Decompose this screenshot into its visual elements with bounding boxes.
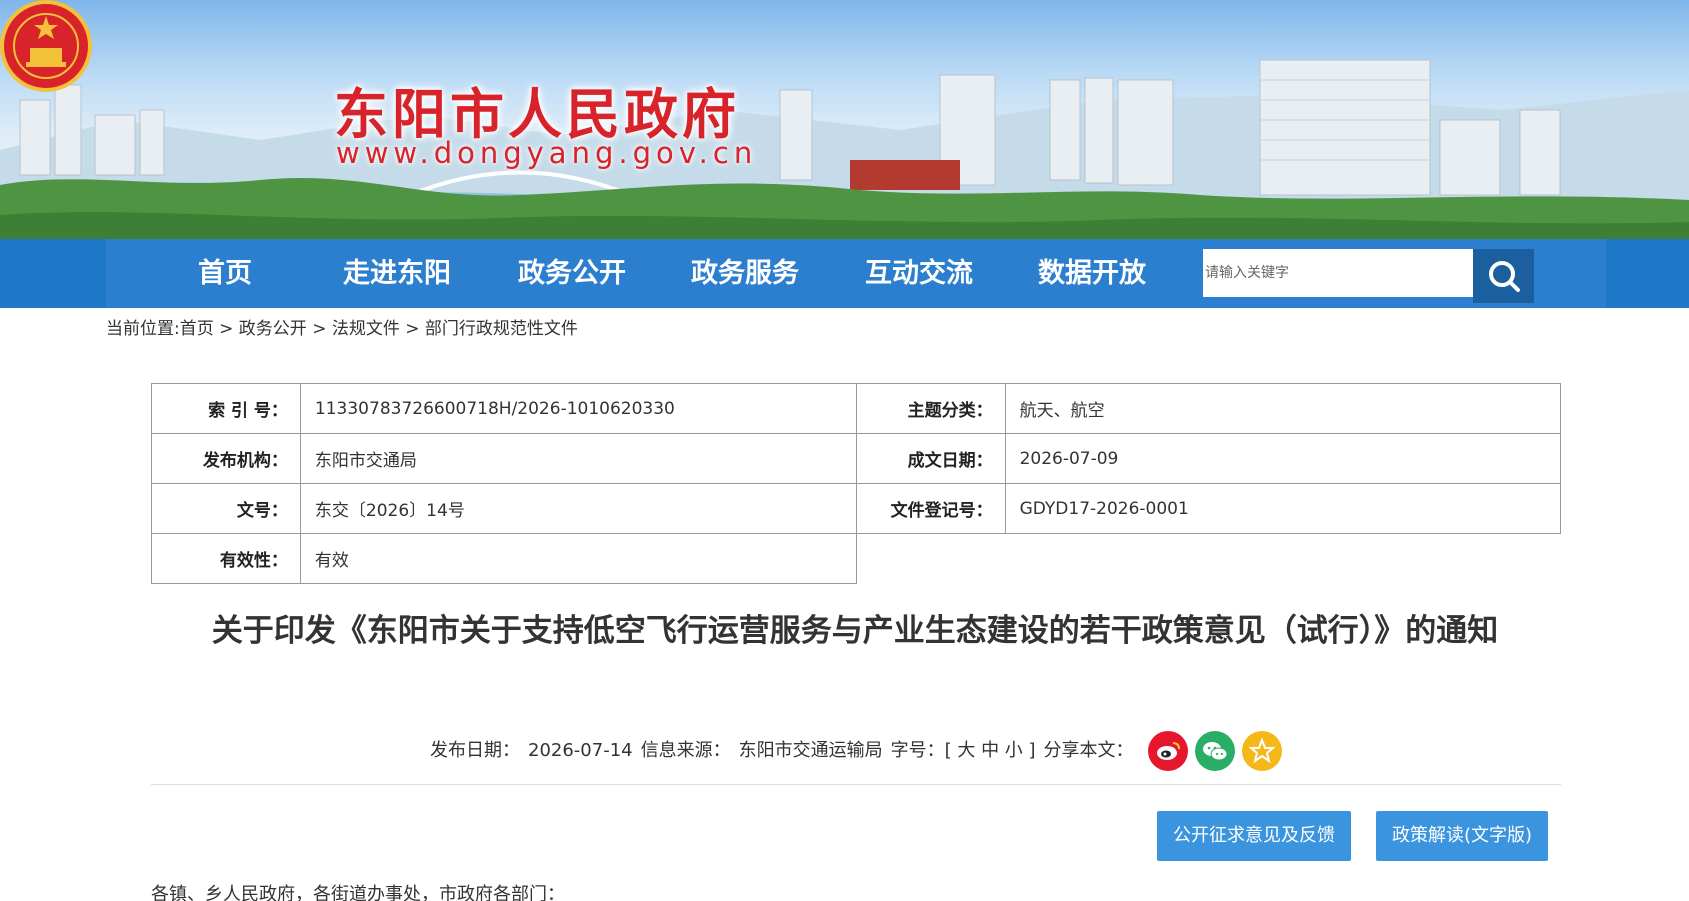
search-icon <box>1488 261 1520 292</box>
breadcrumb-separator: > <box>399 319 425 339</box>
date-label: 成文日期： <box>855 433 1006 484</box>
breadcrumb-separator: > <box>213 319 239 339</box>
interpretation-button[interactable]: 政策解读(文字版) <box>1376 811 1548 861</box>
star-icon <box>1249 738 1275 764</box>
document-info-table: 索 引 号： 11330783726600718H/2026-101062033… <box>151 383 1562 584</box>
document-salutation: 各镇、乡人民政府，各街道办事处，市政府各部门： <box>151 884 565 901</box>
breadcrumb-item-normative-docs[interactable]: 部门行政规范性文件 <box>425 319 578 339</box>
table-row: 文号： 东交〔2026〕14号 文件登记号： GDYD17-2026-0001 <box>151 483 1562 534</box>
site-url: www.dongyang.gov.cn <box>336 136 758 170</box>
font-size-control[interactable]: 字号：[ 大 中 小 ] <box>891 740 1036 761</box>
date-value: 2026-07-09 <box>1004 433 1562 484</box>
index-value: 11330783726600718H/2026-1010620330 <box>299 383 857 434</box>
breadcrumb-separator: > <box>306 319 332 339</box>
weibo-share-button[interactable] <box>1148 731 1188 771</box>
nav-item-about[interactable]: 走进东阳 <box>322 239 472 308</box>
search-input[interactable] <box>1203 249 1473 297</box>
breadcrumb-prefix: 当前位置: <box>106 319 180 339</box>
share-label: 分享本文： <box>1043 740 1134 761</box>
publish-label: 发布日期： <box>430 740 520 761</box>
empty-cell <box>856 533 1561 584</box>
index-label: 索 引 号： <box>151 383 301 434</box>
nav-item-home[interactable]: 首页 <box>150 239 300 308</box>
validity-value: 有效 <box>299 533 857 584</box>
issuer-label: 发布机构： <box>151 433 301 484</box>
issuer-value: 东阳市交通局 <box>299 433 857 484</box>
breadcrumb-item-regulations[interactable]: 法规文件 <box>332 319 400 339</box>
breadcrumb-item-gov-affairs[interactable]: 政务公开 <box>239 319 307 339</box>
source-label: 信息来源： <box>640 740 731 761</box>
header-banner: 东阳市人民政府 www.dongyang.gov.cn <box>0 0 1689 239</box>
favorite-share-button[interactable] <box>1242 731 1282 771</box>
docno-label: 文号： <box>151 483 301 534</box>
nav-item-gov-affairs[interactable]: 政务公开 <box>497 239 647 308</box>
validity-label: 有效性： <box>151 533 301 584</box>
nav-item-interaction[interactable]: 互动交流 <box>844 239 994 308</box>
nav-item-open-data[interactable]: 数据开放 <box>1017 239 1167 308</box>
search-button[interactable] <box>1473 249 1534 303</box>
publish-date: 2026-07-14 <box>528 740 633 761</box>
breadcrumb: 当前位置:首页 > 政务公开 > 法规文件 > 部门行政规范性文件 <box>106 314 578 339</box>
nav-item-services[interactable]: 政务服务 <box>670 239 820 308</box>
docno-value: 东交〔2026〕14号 <box>299 483 857 534</box>
topic-label: 主题分类： <box>855 383 1006 434</box>
wechat-share-button[interactable] <box>1195 731 1235 771</box>
regno-value: GDYD17-2026-0001 <box>1004 483 1562 534</box>
breadcrumb-item-home[interactable]: 首页 <box>180 319 214 339</box>
table-row: 发布机构： 东阳市交通局 成文日期： 2026-07-09 <box>151 433 1562 484</box>
city-skyline-illustration <box>0 59 1689 239</box>
regno-label: 文件登记号： <box>855 483 1006 534</box>
document-title: 关于印发《东阳市关于支持低空飞行运营服务与产业生态建设的若干政策意见（试行）》的… <box>211 613 1499 649</box>
topic-value: 航天、航空 <box>1004 383 1562 434</box>
table-row: 有效性： 有效 <box>151 533 1561 584</box>
document-meta: 发布日期： 2026-07-14 信息来源： 东阳市交通运输局 字号：[ 大 中 小 ]… <box>430 736 1142 762</box>
divider <box>151 784 1561 785</box>
feedback-button[interactable]: 公开征求意见及反馈 <box>1157 811 1351 861</box>
source-value: 东阳市交通运输局 <box>738 740 883 761</box>
national-emblem-icon <box>0 0 92 92</box>
weibo-icon <box>1157 742 1180 760</box>
table-row: 索 引 号： 11330783726600718H/2026-101062033… <box>151 383 1562 434</box>
wechat-icon <box>1203 742 1228 761</box>
